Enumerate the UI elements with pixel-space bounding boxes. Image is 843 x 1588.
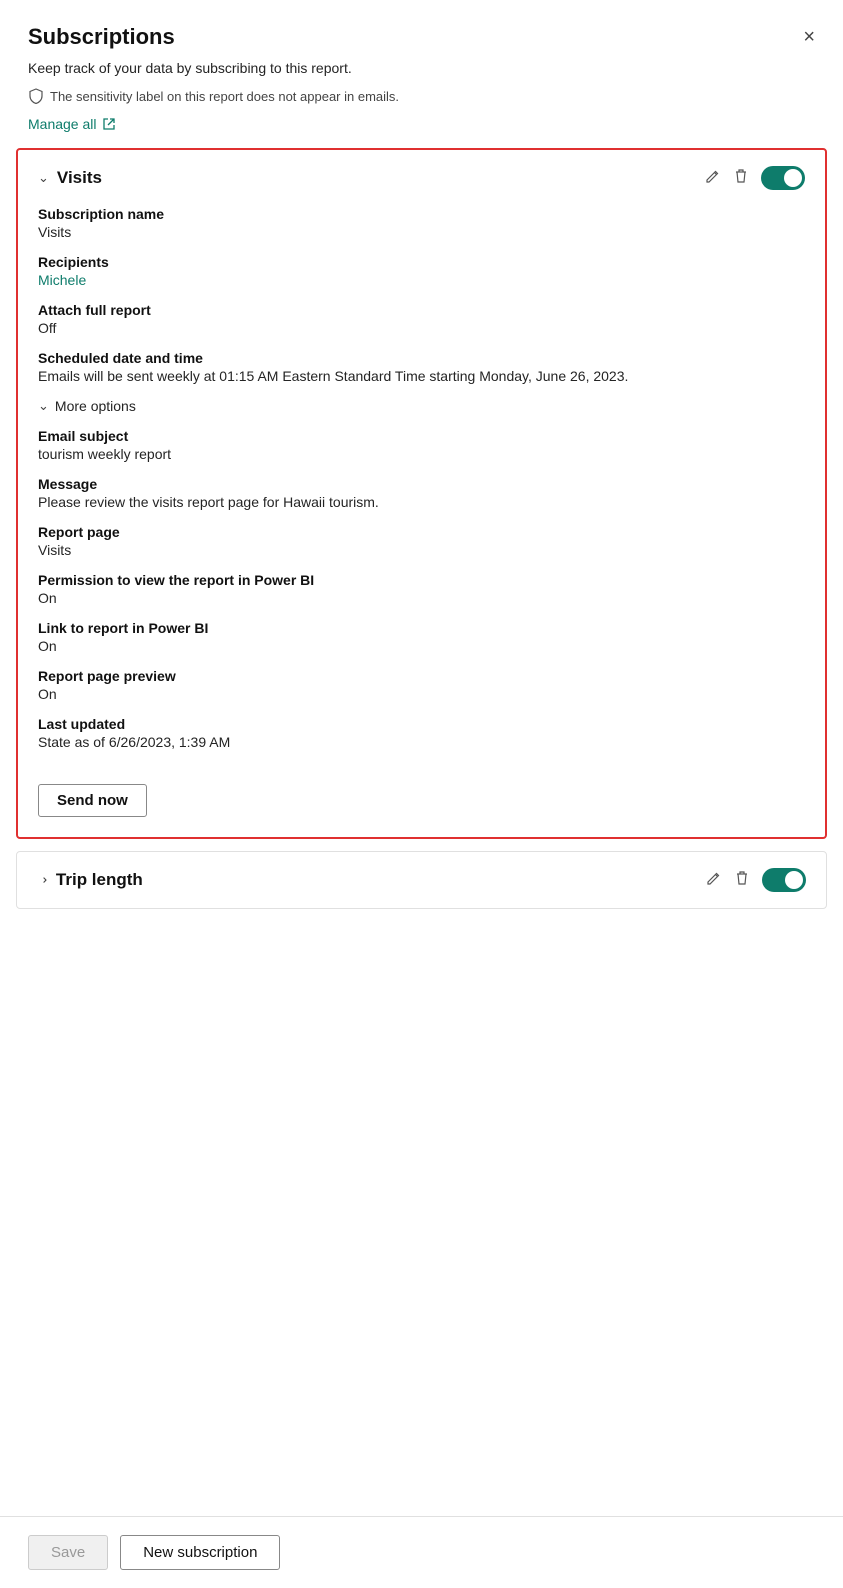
field-permission-powerbi: Permission to view the report in Power B… bbox=[38, 572, 805, 606]
more-options-chevron-icon: ⌄ bbox=[38, 398, 49, 414]
shield-icon bbox=[28, 88, 44, 104]
delete-icon[interactable] bbox=[733, 168, 749, 189]
panel-subtitle: Keep track of your data by subscribing t… bbox=[0, 60, 843, 84]
field-scheduled-datetime: Scheduled date and time Emails will be s… bbox=[38, 350, 805, 384]
close-button[interactable]: × bbox=[803, 27, 815, 47]
field-link-powerbi: Link to report in Power BI On bbox=[38, 620, 805, 654]
field-email-subject: Email subject tourism weekly report bbox=[38, 428, 805, 462]
edit-icon[interactable] bbox=[705, 168, 721, 189]
card-actions-trip-length bbox=[706, 868, 806, 892]
delete-icon-trip[interactable] bbox=[734, 870, 750, 891]
panel-title: Subscriptions bbox=[28, 24, 175, 50]
trip-length-toggle[interactable] bbox=[762, 868, 806, 892]
footer-bar: Save New subscription bbox=[0, 1516, 843, 1588]
manage-all-label: Manage all bbox=[28, 116, 97, 132]
sensitivity-text: The sensitivity label on this report doe… bbox=[50, 89, 399, 104]
subscription-card-visits: ⌄ Visits bbox=[16, 148, 827, 839]
field-message: Message Please review the visits report … bbox=[38, 476, 805, 510]
card-name-row: ⌄ Visits bbox=[38, 168, 102, 188]
field-report-page: Report page Visits bbox=[38, 524, 805, 558]
card-left-trip-length: ⌄ Trip length bbox=[37, 870, 143, 890]
card-actions-visits bbox=[705, 166, 805, 190]
card-title-trip-length: Trip length bbox=[56, 870, 143, 890]
send-now-button[interactable]: Send now bbox=[38, 784, 147, 817]
external-link-icon bbox=[102, 117, 116, 131]
edit-icon-trip[interactable] bbox=[706, 870, 722, 891]
sensitivity-row: The sensitivity label on this report doe… bbox=[0, 84, 843, 112]
save-button: Save bbox=[28, 1535, 108, 1570]
card-header-visits: ⌄ Visits bbox=[38, 166, 805, 190]
field-attach-report: Attach full report Off bbox=[38, 302, 805, 336]
manage-all-link[interactable]: Manage all bbox=[0, 112, 843, 148]
more-options-label: More options bbox=[55, 398, 136, 414]
subscriptions-panel: Subscriptions × Keep track of your data … bbox=[0, 0, 843, 1588]
field-recipients: Recipients Michele bbox=[38, 254, 805, 288]
chevron-down-icon[interactable]: ⌄ bbox=[38, 170, 49, 186]
subscription-card-trip-length: ⌄ Trip length bbox=[16, 851, 827, 909]
panel-header: Subscriptions × bbox=[0, 0, 843, 60]
visits-toggle[interactable] bbox=[761, 166, 805, 190]
field-subscription-name: Subscription name Visits bbox=[38, 206, 805, 240]
field-last-updated: Last updated State as of 6/26/2023, 1:39… bbox=[38, 716, 805, 750]
card-title-visits: Visits bbox=[57, 168, 102, 188]
more-options-row[interactable]: ⌄ More options bbox=[38, 398, 805, 414]
chevron-right-icon[interactable]: ⌄ bbox=[34, 875, 50, 886]
field-report-preview: Report page preview On bbox=[38, 668, 805, 702]
new-subscription-button[interactable]: New subscription bbox=[120, 1535, 280, 1570]
